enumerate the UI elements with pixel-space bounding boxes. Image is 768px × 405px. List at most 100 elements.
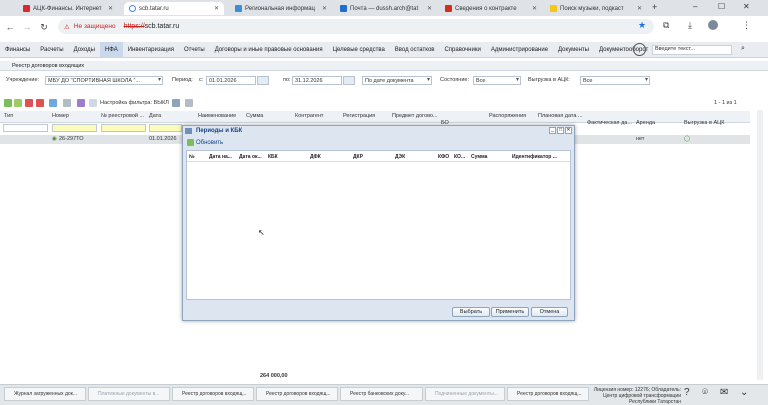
apply-button[interactable]: Применить — [491, 307, 529, 317]
filter-icon[interactable] — [89, 99, 97, 107]
add-icon[interactable] — [4, 99, 12, 107]
maximize-icon[interactable]: □ — [557, 127, 564, 134]
menu-item[interactable]: Расчеты — [35, 47, 68, 53]
menu-item[interactable]: Договоры и иные правовые основания — [210, 47, 328, 53]
extensions-icon[interactable]: ⧉ — [663, 20, 669, 31]
bookmark-star-icon[interactable]: ★ — [638, 20, 646, 31]
column-header[interactable]: Регистрация — [343, 113, 375, 119]
column-header[interactable]: Идентификатор ... — [512, 154, 557, 160]
close-icon[interactable]: ✕ — [637, 5, 642, 12]
institution-select[interactable]: МБУ ДО "СПОРТИВНАЯ ШКОЛА "... — [45, 76, 163, 85]
browser-tab[interactable]: Поиск музыки, подкаст ✕ — [545, 2, 647, 15]
taskbar-item[interactable]: Журнал загруженных док... — [4, 387, 86, 401]
menu-search-input[interactable]: Введите текст... — [652, 45, 732, 55]
cancel-button[interactable]: Отмена — [531, 307, 568, 317]
export-select[interactable]: Все — [580, 76, 650, 85]
taskbar-item[interactable]: Платежные документы в... — [88, 387, 170, 401]
back-icon[interactable]: ← — [3, 22, 17, 32]
refresh-button[interactable]: Обновить — [187, 139, 223, 146]
mail-icon[interactable]: ✉ — [720, 387, 728, 398]
taskbar-item[interactable]: Реестр договоров входящ... — [507, 387, 589, 401]
camera-icon[interactable]: ⌾ — [702, 387, 708, 398]
column-header[interactable]: КБК — [268, 154, 278, 160]
column-header[interactable]: Предмет догово... — [392, 113, 438, 119]
delete-icon[interactable] — [25, 99, 33, 107]
taskbar-item[interactable]: Реестр банковских доку... — [340, 387, 423, 401]
column-header[interactable]: Номер — [52, 113, 69, 119]
close-window-icon[interactable]: ✕ — [743, 2, 750, 11]
minimize-icon[interactable]: – — [693, 2, 697, 11]
date-to-input[interactable]: 31.12.2026 — [292, 76, 342, 85]
minimize-icon[interactable]: _ — [549, 127, 556, 134]
column-header[interactable]: ДЭК — [395, 154, 405, 160]
menu-item[interactable]: Справочники — [439, 47, 485, 53]
browser-tab[interactable]: Почта — dussh.arch@tat ✕ — [335, 2, 437, 15]
copy-icon[interactable] — [49, 99, 57, 107]
close-icon[interactable]: ✕ — [322, 5, 327, 12]
column-filter-input[interactable] — [3, 124, 48, 132]
profile-avatar[interactable] — [708, 20, 718, 30]
close-icon[interactable]: ✕ — [214, 5, 219, 12]
print-icon[interactable] — [63, 99, 71, 107]
cancel-icon[interactable] — [36, 99, 44, 107]
new-tab-button[interactable]: + — [652, 2, 657, 12]
browser-tab[interactable]: Региональная информац ✕ — [230, 2, 332, 15]
menu-item[interactable]: Целевые средства — [328, 47, 390, 53]
scrollbar[interactable] — [757, 110, 763, 380]
column-header[interactable]: ДФК — [310, 154, 321, 160]
column-header[interactable]: ДКР — [353, 154, 363, 160]
close-icon[interactable]: ✕ — [108, 5, 113, 12]
column-header[interactable]: Аренда — [636, 120, 655, 126]
select-button[interactable]: Выбрать — [452, 307, 490, 317]
compass-icon[interactable] — [633, 43, 646, 56]
maximize-icon[interactable]: ☐ — [718, 2, 725, 11]
taskbar-item[interactable]: Подчиненные документы... — [425, 387, 505, 401]
close-icon[interactable]: ✕ — [532, 5, 537, 12]
download-icon[interactable]: ⤓ — [688, 20, 692, 31]
column-header[interactable]: Дата — [149, 113, 161, 119]
column-header[interactable]: КО... — [454, 154, 465, 160]
export-icon[interactable] — [185, 99, 193, 107]
column-header[interactable]: № реестровой ... — [101, 113, 144, 119]
chevron-down-icon[interactable]: ⌄ — [740, 387, 748, 398]
menu-item[interactable]: Инвентаризация — [123, 47, 179, 53]
calendar-icon[interactable] — [343, 76, 355, 85]
column-header[interactable]: Дата ок... — [239, 154, 262, 160]
search-icon[interactable]: ⌕ — [737, 45, 749, 55]
help-icon[interactable]: ? — [684, 387, 690, 398]
forward-icon[interactable]: → — [20, 22, 34, 32]
column-header[interactable]: Сумма — [471, 154, 487, 160]
column-header[interactable]: Контрагент — [295, 113, 323, 119]
column-header[interactable]: Наименование — [198, 113, 236, 119]
column-filter-input[interactable] — [52, 124, 97, 132]
column-header[interactable]: Плановая дата ... — [538, 113, 583, 119]
browser-tab-active[interactable]: scb.tatar.ru ✕ — [124, 2, 224, 15]
menu-item-selected[interactable]: НФА — [99, 41, 123, 58]
column-filter-input[interactable] — [149, 124, 182, 132]
columns-icon[interactable] — [172, 99, 180, 107]
edit-icon[interactable] — [14, 99, 22, 107]
menu-item[interactable]: Доходы — [69, 47, 100, 53]
kebab-menu-icon[interactable]: ⋮ — [742, 20, 751, 31]
menu-item[interactable]: Финансы — [0, 47, 35, 53]
browser-tab[interactable]: АЦК-Финансы. Интернет ✕ — [18, 2, 118, 15]
column-filter-input[interactable] — [101, 124, 146, 132]
column-header[interactable]: Выгрузка в АЦК — [684, 120, 724, 126]
menu-item[interactable]: Администрирование — [486, 47, 553, 53]
taskbar-item[interactable]: Реестр договоров входящ... — [256, 387, 338, 401]
address-bar[interactable]: ⚠ Не защищено https://scb.tatar.ru — [58, 19, 654, 34]
close-icon[interactable]: ✕ — [427, 5, 432, 12]
column-header[interactable]: № — [189, 154, 195, 160]
column-header[interactable]: КФО — [438, 154, 449, 160]
taskbar-item[interactable]: Реестр договоров входящ... — [172, 387, 254, 401]
close-icon[interactable]: ✕ — [565, 127, 572, 134]
menu-item[interactable]: Отчеты — [179, 47, 210, 53]
column-header[interactable]: Дата на... — [209, 154, 232, 160]
calendar-icon[interactable] — [257, 76, 269, 85]
attach-icon[interactable] — [77, 99, 85, 107]
menu-item[interactable]: Документы — [553, 47, 594, 53]
column-header[interactable]: Распоряжения — [489, 113, 526, 119]
column-header[interactable]: Сумма — [246, 113, 263, 119]
browser-tab[interactable]: Сведения о контракте ✕ — [440, 2, 542, 15]
column-header[interactable]: Фактическая да... — [587, 120, 632, 126]
